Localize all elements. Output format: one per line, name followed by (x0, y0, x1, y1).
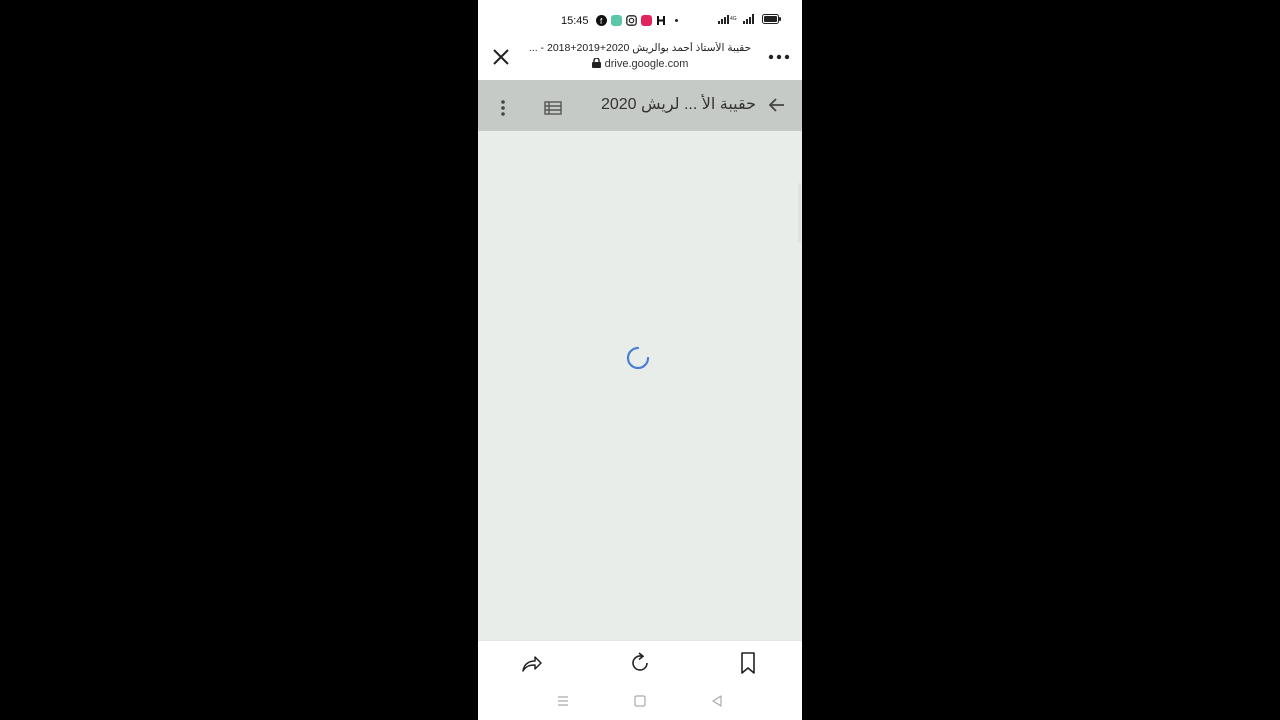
folder-title: حقيبة الأ ... لريش 2020 (600, 96, 756, 113)
more-horizontal-icon[interactable] (768, 52, 790, 62)
more-notifications-dot (675, 19, 678, 22)
status-time: 15:45 (561, 15, 589, 27)
back-arrow-icon[interactable] (768, 96, 786, 114)
list-view-icon[interactable] (544, 100, 562, 116)
url-text: drive.google.com (604, 58, 689, 70)
browser-header: حقيبة الأستاذ أحمد بوالريش 2020+2019+201… (478, 40, 802, 80)
bottom-browser-bar (478, 640, 802, 685)
page-title: حقيبة الأستاذ أحمد بوالريش 2020+2019+201… (528, 42, 752, 54)
wifi-icon: 4G (718, 15, 737, 24)
svg-text:4G: 4G (730, 16, 737, 22)
back-icon[interactable] (710, 694, 724, 708)
reload-icon[interactable] (628, 651, 652, 675)
home-icon[interactable] (633, 694, 647, 708)
loading-spinner-icon (626, 346, 650, 370)
status-indicators: 4G (718, 14, 782, 24)
url-bar[interactable]: drive.google.com (524, 58, 756, 70)
signal-icon (743, 14, 754, 24)
recents-icon[interactable] (556, 694, 570, 708)
system-navigation-bar (478, 684, 802, 720)
facebook-icon: f (596, 15, 607, 26)
scrollbar[interactable] (798, 183, 801, 243)
status-bar: 15:45 f 4G (478, 0, 802, 42)
messages-icon (611, 15, 622, 26)
drive-toolbar: حقيبة الأ ... لريش 2020 (478, 80, 802, 131)
youtube-icon (641, 15, 652, 26)
content-area (478, 131, 802, 640)
bookmark-icon[interactable] (736, 651, 760, 675)
lock-icon (591, 58, 601, 68)
phone-screen: 15:45 f 4G حقيبة الأستاذ أحمد بوالريش 20… (478, 0, 802, 720)
instagram-icon (626, 15, 637, 26)
kebab-menu-icon[interactable] (497, 99, 509, 117)
share-icon[interactable] (520, 651, 544, 675)
close-icon[interactable] (490, 46, 512, 68)
notification-icons: f (596, 15, 678, 26)
battery-icon (762, 14, 781, 24)
h-app-icon (657, 16, 665, 25)
